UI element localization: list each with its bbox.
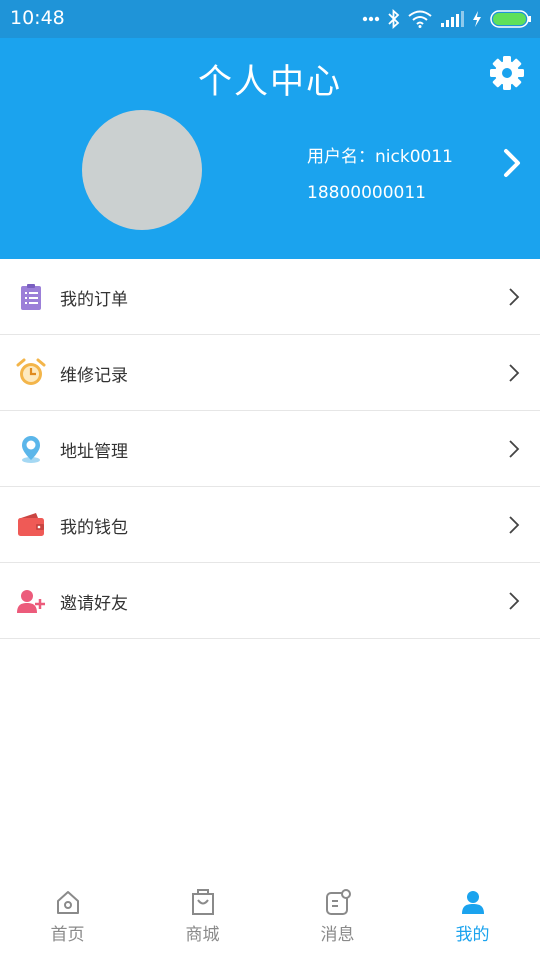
chevron-right-icon — [509, 516, 520, 534]
clipboard-icon — [21, 284, 41, 310]
status-icons — [362, 8, 532, 30]
battery-icon — [490, 10, 531, 28]
menu-item-repair-records[interactable]: 维修记录 — [0, 335, 540, 411]
status-bar: 10:48 — [0, 0, 540, 38]
menu-item-label: 我的订单 — [60, 290, 128, 310]
menu-item-orders[interactable]: 我的订单 — [0, 259, 540, 335]
wifi-icon — [408, 10, 432, 28]
home-icon — [57, 891, 79, 914]
chevron-right-icon — [509, 364, 520, 382]
menu-item-label: 地址管理 — [60, 442, 128, 462]
menu-item-address[interactable]: 地址管理 — [0, 411, 540, 487]
phone-text: 18800000011 — [307, 183, 426, 203]
message-icon — [326, 889, 351, 915]
menu-item-wallet[interactable]: 我的钱包 — [0, 487, 540, 563]
gear-icon[interactable] — [489, 55, 525, 91]
tab-me[interactable]: 我的 — [405, 878, 540, 960]
status-time: 10:48 — [10, 7, 65, 29]
chevron-right-icon[interactable] — [502, 148, 522, 178]
bluetooth-icon — [388, 9, 400, 29]
location-pin-icon — [22, 436, 40, 463]
more-dots-icon — [362, 16, 380, 22]
avatar[interactable] — [82, 110, 202, 230]
profile-header: 个人中心 用户名：nick0011 18800000011 — [0, 38, 540, 259]
alarm-clock-icon — [16, 358, 46, 385]
add-user-icon — [17, 590, 45, 613]
bottom-tab-bar: 首页 商城 消息 我的 — [0, 878, 540, 960]
page-title: 个人中心 — [198, 62, 342, 102]
chevron-right-icon — [509, 440, 520, 458]
tab-label: 商城 — [185, 925, 220, 945]
tab-label: 我的 — [455, 925, 490, 945]
chevron-right-icon — [509, 592, 520, 610]
tab-mall[interactable]: 商城 — [135, 878, 270, 960]
wallet-icon — [18, 513, 44, 536]
menu-list: 我的订单 维修记录 地址管理 我的钱包 邀请好友 — [0, 259, 540, 639]
username-text: 用户名：nick0011 — [307, 147, 453, 167]
tab-messages[interactable]: 消息 — [270, 878, 405, 960]
signal-icon — [441, 11, 464, 27]
menu-item-invite-friends[interactable]: 邀请好友 — [0, 563, 540, 639]
tab-home[interactable]: 首页 — [0, 878, 135, 960]
tab-label: 消息 — [320, 925, 355, 945]
charging-icon — [473, 11, 481, 27]
menu-item-label: 我的钱包 — [60, 518, 128, 538]
person-icon — [462, 891, 484, 914]
shopping-bag-icon — [192, 889, 214, 915]
menu-item-label: 邀请好友 — [60, 594, 128, 614]
tab-label: 首页 — [50, 925, 85, 945]
menu-item-label: 维修记录 — [60, 366, 128, 386]
chevron-right-icon — [509, 288, 520, 306]
